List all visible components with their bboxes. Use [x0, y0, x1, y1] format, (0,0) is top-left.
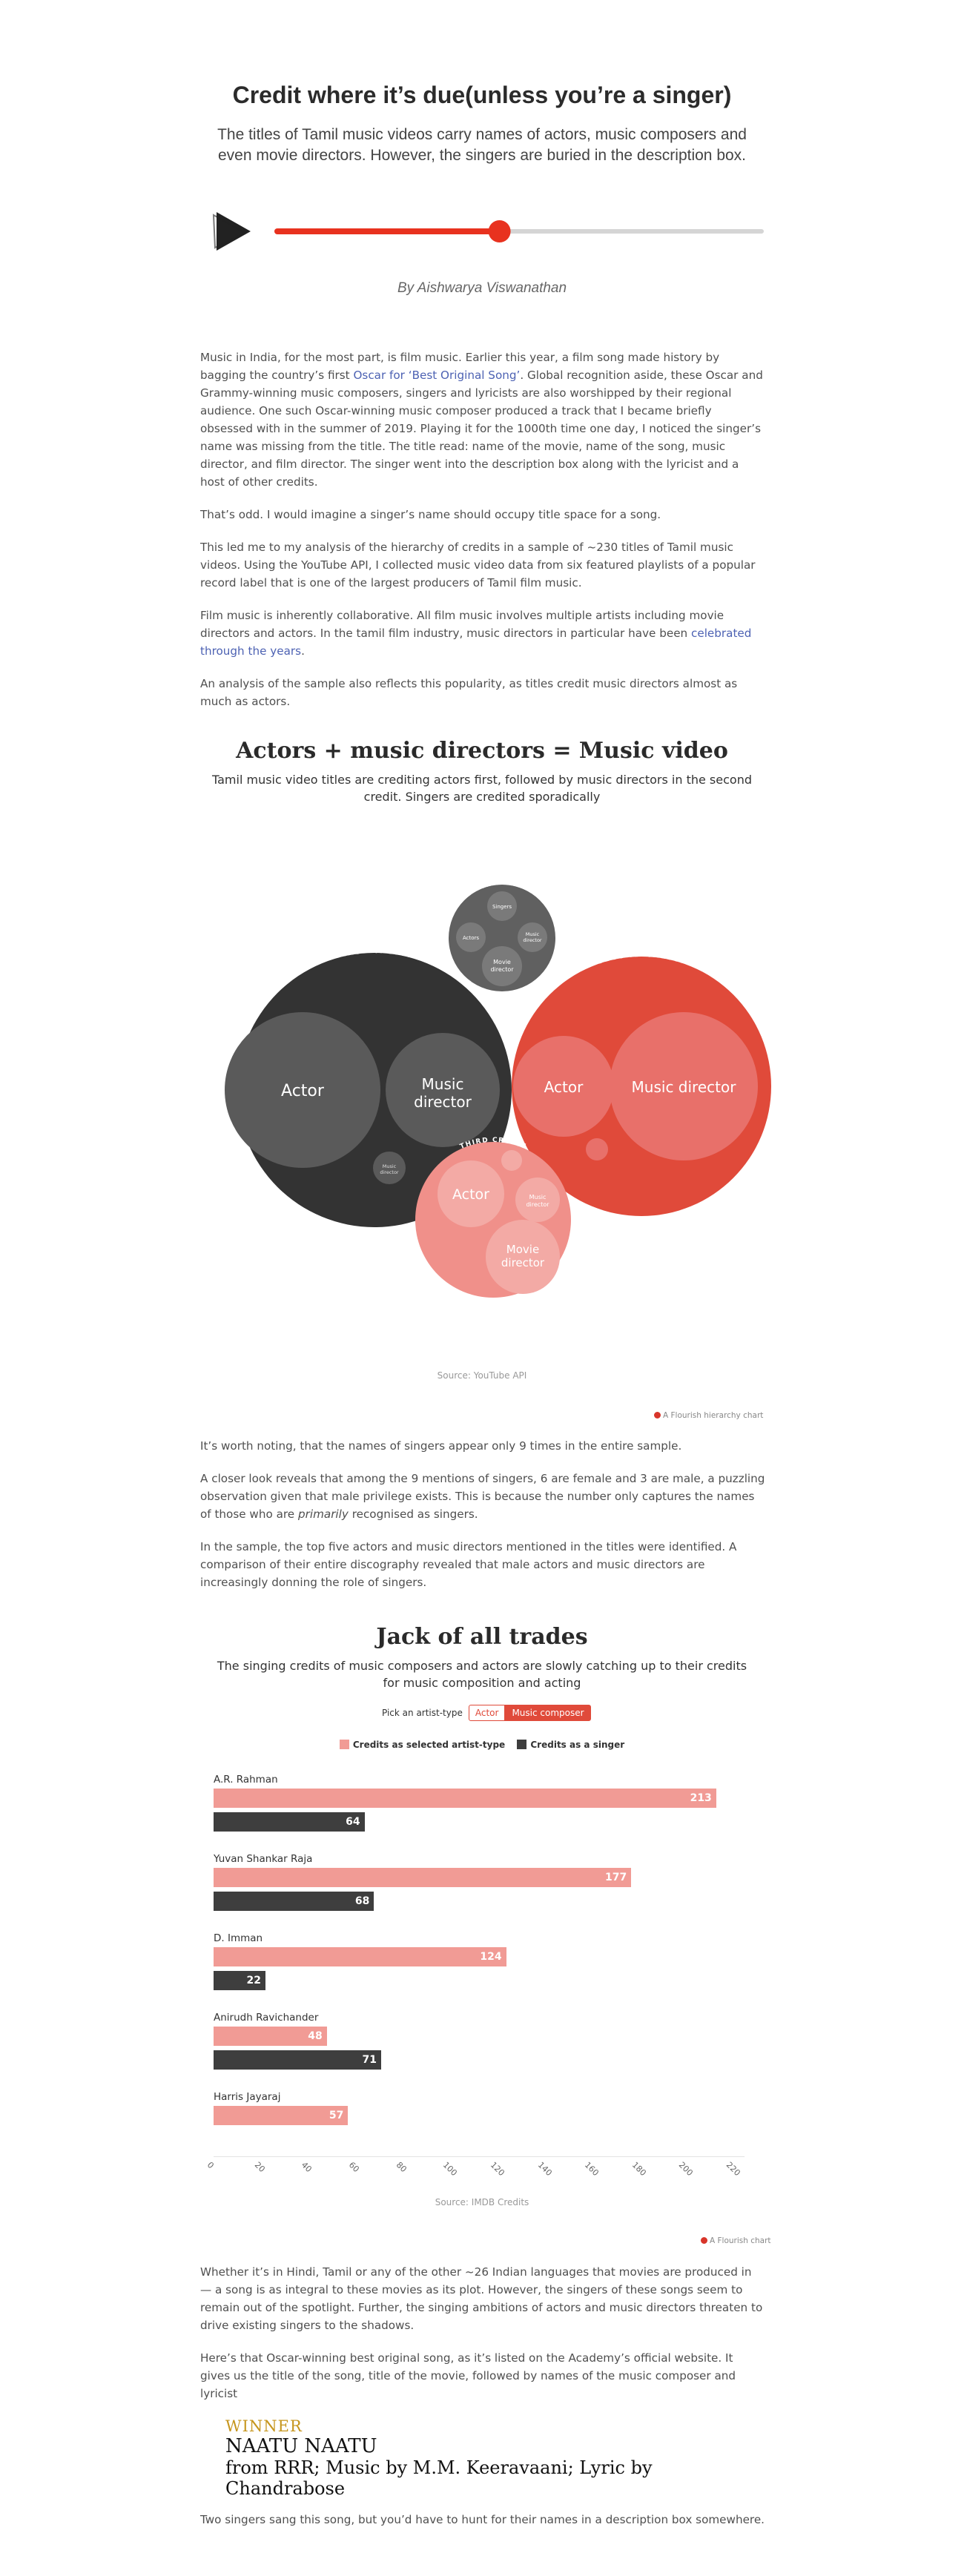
page-subtitle: The titles of Tamil music videos carry n…	[217, 126, 747, 164]
closing-paragraph: Here’s that Oscar-winning best original …	[200, 2351, 736, 2400]
bubble-second-actor-label: Actor	[544, 1078, 584, 1096]
oscar-winner-card: WINNER NAATU NAATU from RRR; Music by M.…	[200, 2417, 765, 2511]
bar-singer[interactable]: 71	[214, 2050, 381, 2070]
x-tick-label: 20	[252, 2160, 267, 2175]
intro-paragraph: Music in India, for the most part, is fi…	[200, 351, 763, 489]
bubble-second-small[interactable]	[586, 1138, 608, 1160]
intro-paragraph: That’s odd. I would imagine a singer’s n…	[200, 508, 661, 521]
picker-option-music-composer[interactable]: Music composer	[505, 1705, 591, 1721]
bar-chart: A.R. Rahman 213 64 Yuvan Shankar Raja 177 68 D…	[205, 1765, 771, 2180]
x-tick-label: 180	[630, 2160, 648, 2179]
bubble-third-movie-director-label: Movie director	[501, 1243, 545, 1269]
closing-paragraph: Whether it’s in Hindi, Tamil or any of t…	[200, 2265, 763, 2332]
x-tick-label: 0	[205, 2160, 216, 2171]
bar-value-label: 68	[354, 1895, 370, 1907]
bubble-group-fourth-credit[interactable]: FOURTH CREDIT Singers Actors Music direct…	[449, 879, 555, 991]
middle-paragraph: A closer look reveals that among the 9 m…	[200, 1472, 765, 1521]
bar-artist-type[interactable]: 57	[214, 2106, 349, 2125]
flourish-hierarchy-badge[interactable]: A Flourish hierarchy chart	[654, 1411, 763, 1420]
middle-paragraph: In the sample, the top five actors and m…	[200, 1540, 737, 1589]
intro-paragraph: An analysis of the sample also reflects …	[200, 677, 738, 708]
x-tick-label: 160	[582, 2160, 601, 2179]
progress-fill	[274, 228, 500, 234]
middle-paragraph: It’s worth noting, that the names of sin…	[200, 1439, 682, 1453]
bubble-music-director-label: Music director	[414, 1075, 472, 1111]
bar-singer[interactable]: 22	[214, 1971, 265, 1990]
middle-text: It’s worth noting, that the names of sin…	[200, 1437, 765, 1606]
bar-chart-source: Source: IMDB Credits	[435, 2197, 529, 2207]
artist-type-picker: Pick an artist-type Actor Music composer	[382, 1703, 591, 1723]
bar-singer[interactable]: 68	[214, 1892, 374, 1911]
player-graphic	[212, 212, 764, 251]
winner-song: NAATU NAATU	[225, 2435, 377, 2457]
bubble-actor-label: Actor	[281, 1082, 325, 1100]
oscar-link[interactable]: Oscar for ‘Best Original Song’	[353, 369, 520, 382]
bar-value-label: 71	[362, 2054, 377, 2066]
bar-value-label: 64	[346, 1816, 360, 1828]
x-tick-label: 100	[441, 2160, 460, 2179]
bubble-fourth-singers-label: Singers	[492, 904, 512, 910]
bar-chart-subtitle: The singing credits of music composers a…	[217, 1659, 747, 1690]
bar-category-label: D. Imman	[214, 1932, 263, 1944]
flourish-logo-icon	[654, 1412, 661, 1419]
x-tick-label: 140	[535, 2160, 554, 2179]
bubble-third-small[interactable]	[501, 1150, 522, 1171]
legend-item-singer[interactable]: Credits as a singer	[517, 1740, 624, 1750]
bar-artist-type[interactable]: 177	[214, 1868, 632, 1887]
bubble-chart-source: Source: YouTube API	[437, 1370, 527, 1381]
bar-category-label: Harris Jayaraj	[214, 2091, 281, 2103]
picker-option-actor[interactable]: Actor	[468, 1705, 506, 1721]
x-tick-label: 120	[488, 2160, 506, 2179]
bubble-second-music-director-label: Music director	[632, 1078, 737, 1096]
bubble-chart-title: Actors + music directors = Music video	[236, 738, 728, 764]
intro-paragraph: Film music is inherently collaborative. …	[200, 609, 752, 658]
bar-chart-title: Jack of all trades	[376, 1624, 588, 1650]
bubble-fourth-actors-label: Actors	[463, 935, 479, 941]
bar-value-label: 22	[246, 1975, 261, 1987]
byline: By Aishwarya Viswanathan	[397, 280, 567, 296]
legend-item-artist-type[interactable]: Credits as selected artist-type	[339, 1740, 505, 1750]
bar-singer[interactable]: 64	[214, 1812, 365, 1832]
bar-chart-legend: Credits as selected artist-type Credits …	[0, 1740, 964, 1750]
bar-value-label: 124	[480, 1951, 502, 1963]
x-tick-label: 40	[300, 2160, 314, 2175]
bubble-chart-subtitle: Tamil music video titles are crediting a…	[212, 773, 752, 804]
bar-category-label: Yuvan Shankar Raja	[214, 1853, 313, 1865]
closing-text: Whether it’s in Hindi, Tamil or any of t…	[200, 2263, 765, 2543]
progress-handle[interactable]	[488, 220, 511, 242]
bar-value-label: 177	[605, 1872, 627, 1883]
x-tick-label: 60	[346, 2160, 361, 2175]
x-tick-label: 80	[394, 2160, 409, 2175]
bar-category-label: A.R. Rahman	[214, 1774, 278, 1786]
picker-label: Pick an artist-type	[382, 1708, 463, 1718]
x-tick-label: 220	[724, 2160, 742, 2179]
bubble-fourth-music-director-label: Music director	[523, 931, 542, 943]
page-title: Credit where it’s due(unless you’re a si…	[232, 82, 732, 108]
song-player[interactable]	[208, 205, 771, 257]
intro-text: Music in India, for the most part, is fi…	[200, 349, 765, 725]
bar-value-label: 48	[308, 2030, 323, 2042]
bubble-fourth-movie-director-label: Movie director	[490, 959, 514, 973]
bubble-third-actor-label: Actor	[452, 1186, 489, 1203]
bubble-chart-svg: FIRST CREDIT Actor Music director Music di…	[225, 879, 771, 1298]
bar-category-label: Anirudh Ravichander	[214, 2012, 319, 2024]
play-icon[interactable]	[212, 212, 251, 251]
winner-credit: from RRR; Music by M.M. Keeravaani; Lyri…	[225, 2457, 653, 2499]
flourish-chart-badge[interactable]: A Flourish chart	[701, 2236, 771, 2245]
bar-value-label: 213	[690, 1792, 712, 1804]
bubble-chart: FIRST CREDIT Actor Music director Music di…	[208, 875, 771, 1335]
x-tick-label: 200	[677, 2160, 696, 2179]
winner-label: WINNER	[225, 2417, 303, 2435]
intro-paragraph: This led me to my analysis of the hierar…	[200, 541, 756, 589]
flourish-logo-icon	[701, 2237, 707, 2244]
bar-artist-type[interactable]: 48	[214, 2027, 327, 2046]
bar-value-label: 57	[329, 2110, 344, 2121]
bar-artist-type[interactable]: 213	[214, 1789, 716, 1808]
x-axis-line	[214, 2156, 745, 2157]
closing-paragraph: Two singers sang this song, but you’d ha…	[200, 2513, 765, 2526]
bar-artist-type[interactable]: 124	[214, 1947, 506, 1966]
bubble-music-director-small-label: Music director	[380, 1163, 399, 1175]
